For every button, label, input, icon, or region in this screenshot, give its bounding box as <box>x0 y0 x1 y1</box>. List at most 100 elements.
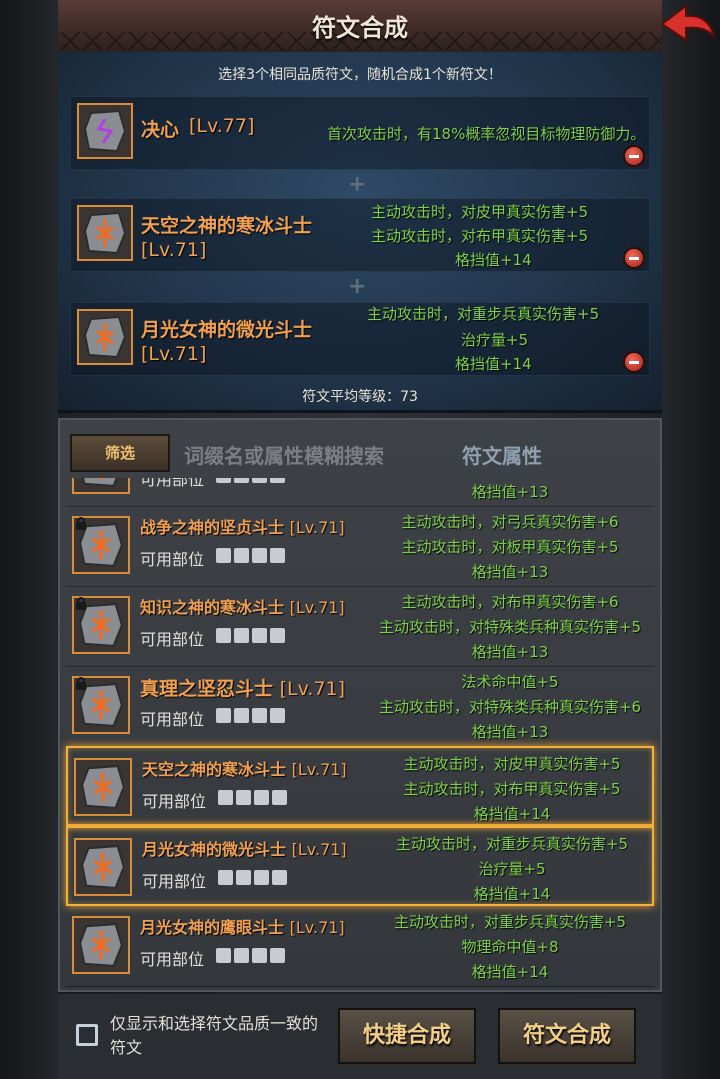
weapon-part-icon <box>218 870 233 885</box>
weapon-part-icon <box>216 948 231 963</box>
quality-filter-checkbox[interactable] <box>76 1024 98 1046</box>
ring-part-icon <box>270 708 285 723</box>
selected-rune-attr: 首次攻击时，有18%概率忽视目标物理防御力。 <box>327 125 646 143</box>
usable-parts-label: 可用部位 <box>140 550 205 569</box>
checkbox-label: 仅显示和选择符文品质一致的符文 <box>110 1014 319 1057</box>
armor-part-icon <box>234 548 249 563</box>
rune-icon-orange <box>77 205 133 261</box>
rune-attr: 治疗量+5 <box>478 860 546 878</box>
weapon-part-icon <box>216 548 231 563</box>
rune-name: 战争之神的坚贞斗士 [Lv.71] <box>140 514 345 538</box>
rune-attributes: 主动攻击时，对重步兵真实伤害+5 治疗量+5 格挡值+14 <box>358 832 660 907</box>
rune-name: 真理之坚忍斗士 [Lv.71] <box>140 674 345 701</box>
armor-part-icon <box>234 948 249 963</box>
armor-part-icon <box>234 478 249 483</box>
list-item[interactable]: 月光女神的鹰眼斗士 [Lv.71] 可用部位 主动攻击时，对重步兵真实伤害+5 … <box>66 906 654 987</box>
rune-attr: 主动攻击时，对特殊类兵种真实伤害+6 <box>378 698 642 716</box>
compose-button[interactable]: 符文合成 <box>498 1008 636 1064</box>
selected-slot-3[interactable]: 月光女神的微光斗士 [Lv.71] 主动攻击时，对重步兵真实伤害+5 治疗量+5… <box>70 302 650 376</box>
usable-parts-label: 可用部位 <box>142 792 207 811</box>
header-bar: 符文合成 <box>58 0 716 54</box>
plus-icon: + <box>348 172 367 197</box>
selected-rune-attr: 主动攻击时，对皮甲真实伤害+5 <box>371 203 589 221</box>
rune-attributes: 主动攻击时，对重步兵真实伤害+5 物理命中值+8 格挡值+14 <box>356 910 660 985</box>
rune-list[interactable]: 可用部位 格挡值+13 战争之神的坚贞斗士 [Lv.71] 可用部位 主动攻击时… <box>60 478 660 990</box>
rune-attr: 主动攻击时，对弓兵真实伤害+6 <box>401 513 619 531</box>
rune-attr: 格挡值+14 <box>473 805 551 823</box>
armor-part-icon <box>234 628 249 643</box>
selected-slot-1[interactable]: 决心 [Lv.77] 首次攻击时，有18%概率忽视目标物理防御力。 <box>70 96 650 170</box>
list-item-selected[interactable]: 天空之神的寒冰斗士 [Lv.71] 可用部位 主动攻击时，对皮甲真实伤害+5 主… <box>66 746 654 826</box>
rune-attributes: 主动攻击时，对弓兵真实伤害+6 主动攻击时，对板甲真实伤害+5 格挡值+13 <box>356 510 660 585</box>
filter-button[interactable]: 筛选 <box>70 434 170 472</box>
list-item[interactable]: 知识之神的寒冰斗士 [Lv.71] 可用部位 主动攻击时，对布甲真实伤害+6 主… <box>66 586 654 667</box>
rune-icon-purple <box>77 103 133 159</box>
footer-bar: 仅显示和选择符文品质一致的符文 快捷合成 符文合成 <box>58 994 662 1079</box>
rune-name-text: 月光女神的鹰眼斗士 <box>140 918 285 937</box>
selected-rune-name: 天空之神的寒冰斗士 <box>141 215 313 237</box>
selected-slot-2[interactable]: 天空之神的寒冰斗士 [Lv.71] 主动攻击时，对皮甲真实伤害+5 主动攻击时，… <box>70 198 650 272</box>
boot-part-icon <box>254 870 269 885</box>
left-border <box>0 0 58 1079</box>
average-level-text: 符文平均等级：73 <box>302 389 418 405</box>
boot-part-icon <box>252 948 267 963</box>
selected-rune-name: 决心 <box>141 119 180 141</box>
selected-rune-name: 月光女神的微光斗士 <box>141 319 313 341</box>
boot-part-icon <box>252 478 267 483</box>
back-button[interactable] <box>656 2 720 48</box>
rune-list-panel: 筛选 词缀名或属性模糊搜索 符文属性 可用部位 格挡值+13 战争之神的坚贞斗士… <box>58 418 662 992</box>
usable-parts-label: 可用部位 <box>140 710 205 729</box>
boot-part-icon <box>254 790 269 805</box>
lock-icon <box>76 677 86 690</box>
weapon-part-icon <box>218 790 233 805</box>
search-input[interactable]: 词缀名或属性模糊搜索 <box>184 440 384 469</box>
plus-icon: + <box>348 274 367 299</box>
rune-attr: 格挡值+13 <box>471 563 549 581</box>
rune-attr: 格挡值+13 <box>471 723 549 741</box>
rune-attr: 物理命中值+8 <box>461 938 559 956</box>
rune-attributes: 主动攻击时，对皮甲真实伤害+5 主动攻击时，对布甲真实伤害+5 格挡值+14 <box>358 752 660 827</box>
rune-name: 天空之神的寒冰斗士 [Lv.71] <box>142 756 347 780</box>
ring-part-icon <box>270 628 285 643</box>
selected-rune-level: [Lv.71] <box>141 239 207 261</box>
ring-part-icon <box>270 478 285 483</box>
remove-button[interactable] <box>623 247 645 269</box>
remove-button[interactable] <box>623 351 645 373</box>
rune-attributes: 格挡值+13 <box>356 478 660 505</box>
boot-part-icon <box>252 708 267 723</box>
ring-part-icon <box>270 948 285 963</box>
rune-attr: 格挡值+13 <box>471 483 549 501</box>
tab-rune-attributes[interactable]: 符文属性 <box>462 440 542 469</box>
boot-part-icon <box>252 548 267 563</box>
back-arrow-icon <box>660 4 716 42</box>
rune-attr: 主动攻击时，对布甲真实伤害+6 <box>401 593 619 611</box>
rune-icon-orange <box>72 916 130 974</box>
rune-attr: 主动攻击时，对板甲真实伤害+5 <box>401 538 619 556</box>
part-icons <box>216 948 288 966</box>
ring-part-icon <box>272 790 287 805</box>
rune-level: [Lv.71] <box>289 918 345 937</box>
rune-attr: 主动攻击时，对布甲真实伤害+5 <box>403 780 621 798</box>
rune-name-text: 天空之神的寒冰斗士 <box>142 760 287 779</box>
rune-name-text: 月光女神的微光斗士 <box>142 840 287 859</box>
ring-part-icon <box>272 870 287 885</box>
rune-attr: 格挡值+13 <box>471 643 549 661</box>
list-toolbar: 筛选 词缀名或属性模糊搜索 符文属性 <box>60 420 660 476</box>
rune-attr: 主动攻击时，对重步兵真实伤害+5 <box>393 913 627 931</box>
list-item[interactable]: 真理之坚忍斗士 [Lv.71] 可用部位 法术命中值+5 主动攻击时，对特殊类兵… <box>66 666 654 747</box>
remove-button[interactable] <box>623 145 645 167</box>
rune-level: [Lv.71] <box>291 840 347 859</box>
lock-icon <box>76 597 86 610</box>
part-icons <box>216 708 288 726</box>
rune-attr: 法术命中值+5 <box>461 673 559 691</box>
quick-compose-button[interactable]: 快捷合成 <box>338 1008 476 1064</box>
list-item-selected[interactable]: 月光女神的微光斗士 [Lv.71] 可用部位 主动攻击时，对重步兵真实伤害+5 … <box>66 826 654 906</box>
rune-attributes: 法术命中值+5 主动攻击时，对特殊类兵种真实伤害+6 格挡值+13 <box>356 670 660 745</box>
lock-icon <box>76 517 86 530</box>
rune-name-text: 战争之神的坚贞斗士 <box>140 518 285 537</box>
rune-level: [Lv.71] <box>291 760 347 779</box>
list-item[interactable]: 可用部位 格挡值+13 <box>66 478 654 507</box>
armor-part-icon <box>236 870 251 885</box>
rune-level: [Lv.71] <box>289 518 345 537</box>
list-item[interactable]: 战争之神的坚贞斗士 [Lv.71] 可用部位 主动攻击时，对弓兵真实伤害+6 主… <box>66 506 654 587</box>
